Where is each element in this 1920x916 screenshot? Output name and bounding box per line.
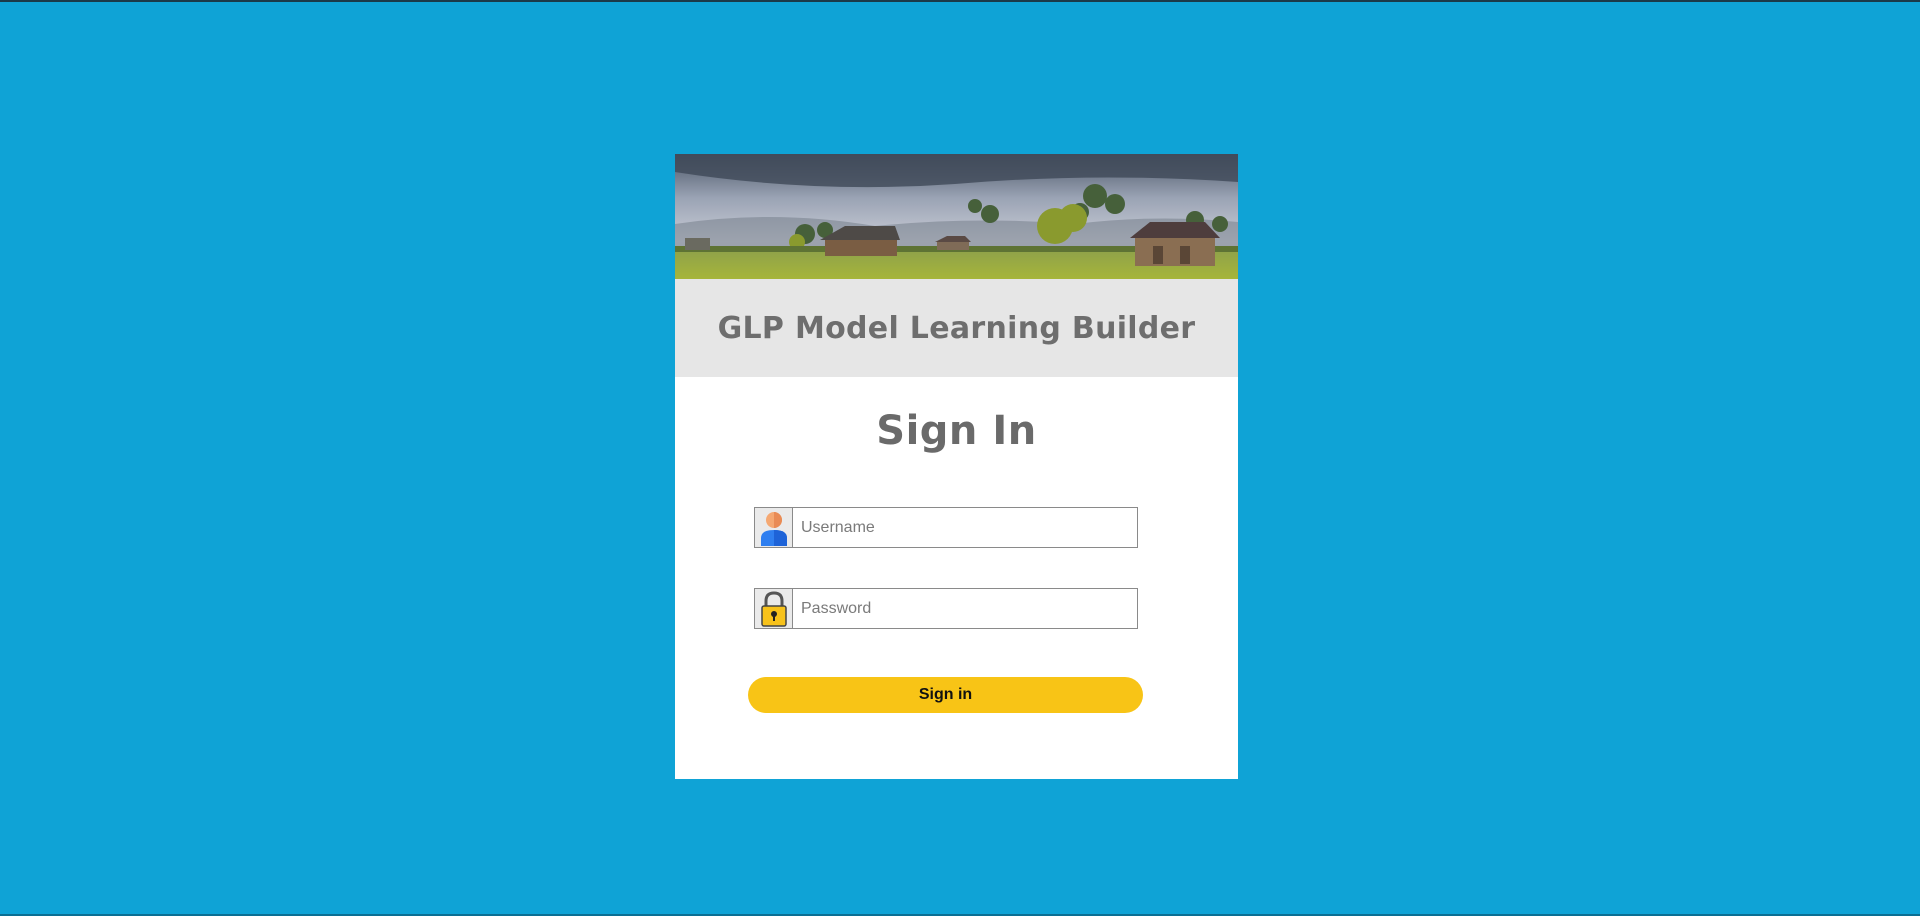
login-card: GLP Model Learning Builder Sign In Sign … [675,154,1238,779]
sign-in-button[interactable]: Sign in [748,677,1143,713]
window-top-edge [0,0,1920,2]
user-icon [755,508,793,547]
app-title: GLP Model Learning Builder [717,310,1196,346]
banner-image [675,154,1238,279]
app-title-bar: GLP Model Learning Builder [675,279,1238,377]
password-field [754,588,1138,629]
username-input[interactable] [793,508,1137,547]
username-field [754,507,1138,548]
signin-heading: Sign In [876,408,1037,454]
password-input[interactable] [793,589,1137,628]
padlock-icon [755,589,793,628]
